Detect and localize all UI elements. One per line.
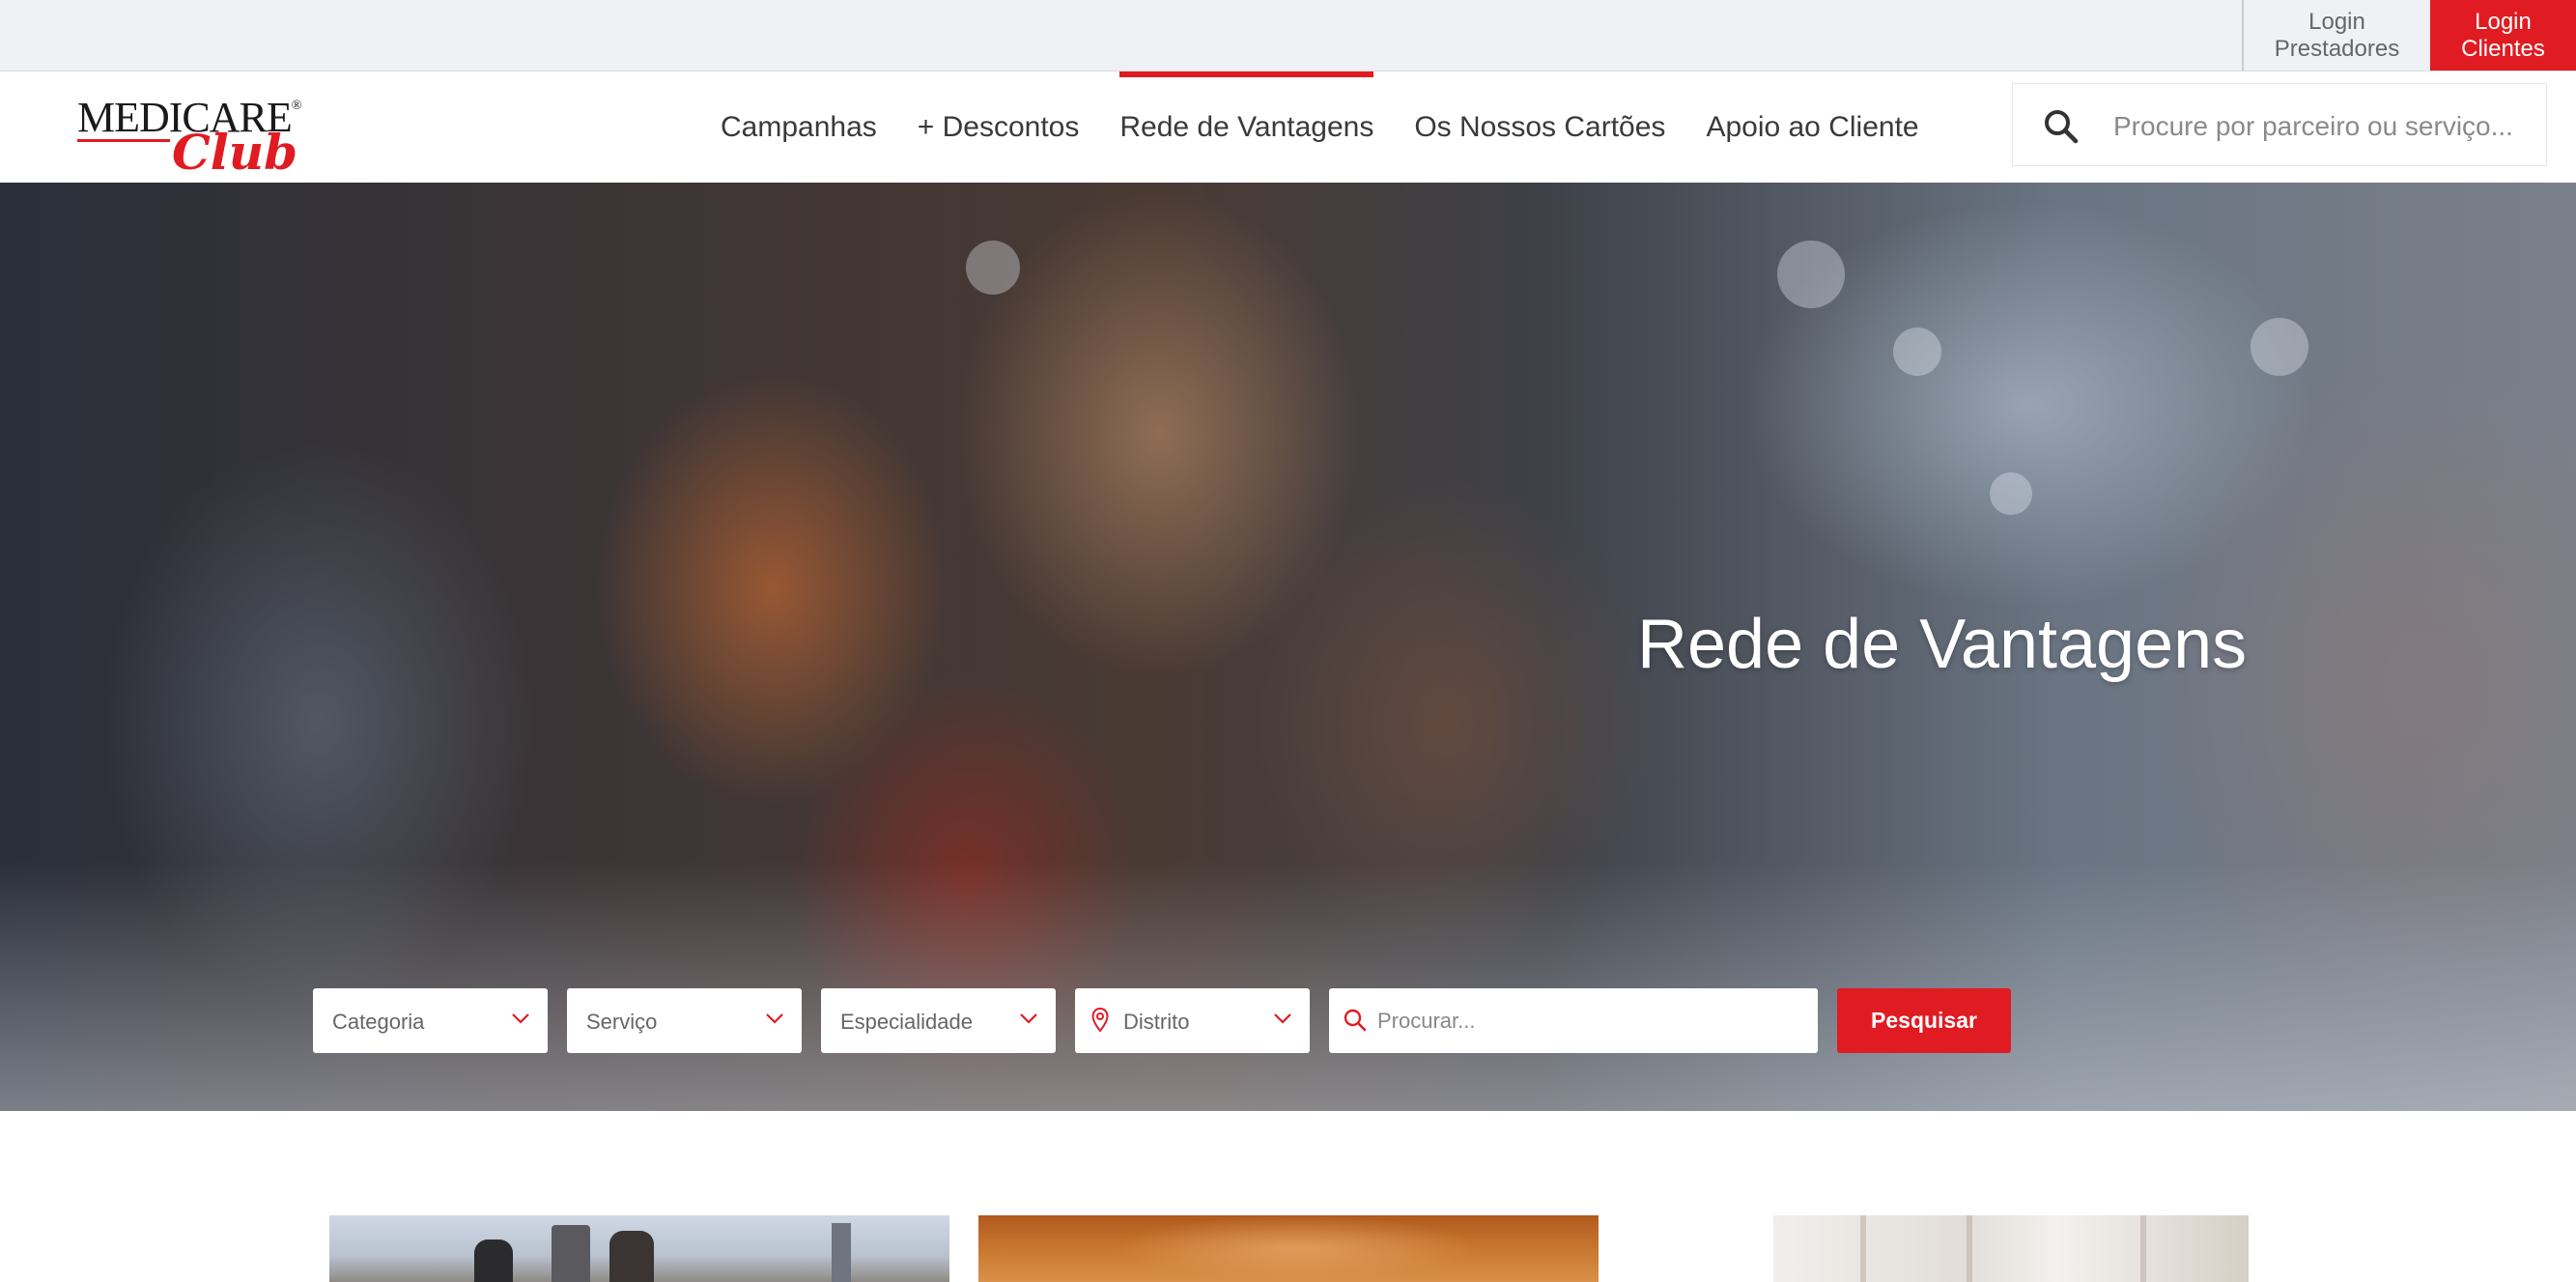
map-pin-icon bbox=[1091, 1007, 1109, 1038]
servico-label: Serviço bbox=[586, 1010, 658, 1034]
bokeh-light bbox=[2250, 318, 2308, 376]
main-nav: Campanhas + Descontos Rede de Vantagens … bbox=[700, 71, 1939, 183]
image-stripe bbox=[1860, 1215, 1866, 1282]
login-clientes-line1: Login bbox=[2475, 8, 2532, 35]
person-silhouette bbox=[609, 1231, 654, 1282]
image-stripe bbox=[2140, 1215, 2146, 1282]
login-prestadores-link[interactable]: Login Prestadores bbox=[2242, 0, 2430, 71]
chevron-down-icon bbox=[1273, 1011, 1292, 1025]
top-utility-bar: Login Prestadores Login Clientes bbox=[0, 0, 2576, 71]
bokeh-light bbox=[1990, 472, 2032, 515]
header-search-input[interactable] bbox=[2111, 101, 2531, 152]
chevron-down-icon bbox=[765, 1011, 784, 1025]
hero-banner: Rede de Vantagens Categoria Serviço Espe… bbox=[0, 183, 2576, 1111]
partner-card-image[interactable] bbox=[1773, 1215, 2249, 1282]
nav-item-os-nossos-cartoes[interactable]: Os Nossos Cartões bbox=[1394, 71, 1685, 183]
search-icon[interactable] bbox=[2042, 107, 2081, 146]
hero-bottom-fade bbox=[0, 860, 2576, 1111]
categoria-label: Categoria bbox=[332, 1010, 425, 1034]
tower-shape bbox=[832, 1223, 851, 1282]
logo-club-text: Club bbox=[172, 124, 298, 181]
hero-title: Rede de Vantagens bbox=[1637, 606, 2248, 683]
pesquisar-button[interactable]: Pesquisar bbox=[1837, 988, 2011, 1053]
person-silhouette bbox=[474, 1239, 513, 1282]
bokeh-light bbox=[1777, 241, 1845, 308]
login-clientes-line2: Clientes bbox=[2461, 35, 2545, 62]
nav-item-campanhas[interactable]: Campanhas bbox=[700, 71, 897, 183]
login-prestadores-line2: Prestadores bbox=[2274, 35, 2400, 62]
tower-shape bbox=[552, 1225, 590, 1282]
partner-card-image[interactable] bbox=[978, 1215, 1599, 1282]
distrito-select[interactable]: Distrito bbox=[1075, 988, 1310, 1053]
chevron-down-icon bbox=[1019, 1011, 1038, 1025]
procurar-input[interactable] bbox=[1375, 1002, 1804, 1040]
chevron-down-icon bbox=[511, 1011, 530, 1025]
especialidade-label: Especialidade bbox=[840, 1010, 973, 1034]
image-highlight bbox=[1114, 1215, 1481, 1282]
login-clientes-button[interactable]: Login Clientes bbox=[2430, 0, 2576, 71]
distrito-label: Distrito bbox=[1123, 1010, 1190, 1034]
search-icon bbox=[1343, 1008, 1368, 1038]
partner-card-image[interactable] bbox=[329, 1215, 949, 1282]
servico-select[interactable]: Serviço bbox=[567, 988, 802, 1053]
nav-item-descontos[interactable]: + Descontos bbox=[897, 71, 1100, 183]
bokeh-light bbox=[966, 241, 1020, 295]
bokeh-light bbox=[1893, 328, 1941, 376]
medicare-club-logo[interactable]: MEDICARE® Club bbox=[75, 83, 301, 181]
login-prestadores-line1: Login bbox=[2308, 8, 2365, 35]
header-search-box bbox=[2012, 83, 2547, 166]
especialidade-select[interactable]: Especialidade bbox=[821, 988, 1056, 1053]
logo-underline bbox=[77, 139, 170, 142]
main-header: MEDICARE® Club Campanhas + Descontos Red… bbox=[0, 71, 2576, 183]
nav-item-rede-de-vantagens[interactable]: Rede de Vantagens bbox=[1099, 71, 1394, 183]
categoria-select[interactable]: Categoria bbox=[313, 988, 548, 1053]
nav-item-apoio-ao-cliente[interactable]: Apoio ao Cliente bbox=[1685, 71, 1939, 183]
procurar-field bbox=[1329, 988, 1818, 1053]
image-stripe bbox=[1967, 1215, 1972, 1282]
